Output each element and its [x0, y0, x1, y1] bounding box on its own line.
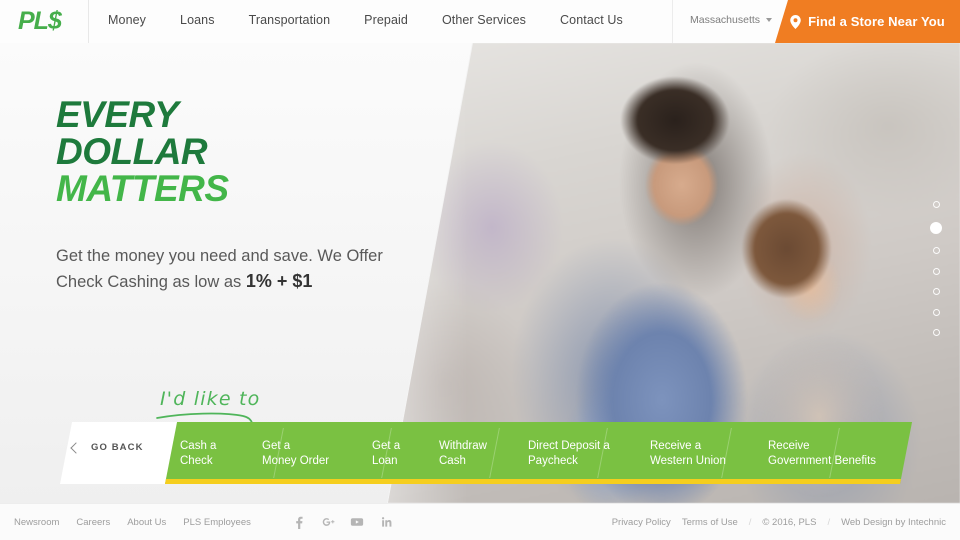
service-item-line2: Cash [439, 455, 466, 467]
nav-item-prepaid[interactable]: Prepaid [364, 13, 426, 27]
social-links [292, 515, 393, 529]
footer-link-terms-of-use[interactable]: Terms of Use [682, 517, 738, 528]
find-a-store-label: Find a Store Near You [808, 14, 945, 29]
pls-homepage: PL$ Money Loans Transportation Prepaid O… [0, 0, 960, 540]
hero-subcopy-rate: 1% + $1 [245, 271, 313, 291]
slide-dot-6[interactable] [932, 308, 940, 316]
service-item-line2: Check [180, 455, 213, 467]
slide-dot-3[interactable] [932, 247, 940, 254]
service-item-line1: Get a [262, 440, 291, 452]
slide-dot-5[interactable] [932, 288, 940, 295]
state-selector-value: Massachusetts [690, 14, 761, 26]
hero-copy: EVERY DOLLAR MATTERS Get the money you n… [56, 96, 386, 295]
service-item-line2: Loan [372, 455, 398, 467]
service-item-line2: Money Order [262, 455, 330, 467]
service-item-line1: Cash a [180, 440, 217, 452]
footer-left-group: Newsroom Careers About Us PLS Employees [14, 515, 393, 529]
nav-item-other-services[interactable]: Other Services [442, 13, 544, 27]
map-pin-icon [790, 14, 801, 29]
service-bar-labels: GO BACK Cash a Check Get a Money Order G… [60, 422, 900, 484]
headline-line-1: EVERY [56, 94, 179, 135]
script-prompt-text: I'd like to [160, 388, 261, 410]
footer-separator-1: / [748, 516, 752, 528]
service-item-western-union[interactable]: Receive a Western Union [650, 439, 726, 469]
service-item-direct-deposit[interactable]: Direct Deposit a Paycheck [528, 439, 610, 469]
slide-dot-1[interactable] [932, 201, 940, 208]
slide-dot-4[interactable] [932, 267, 940, 275]
header-divider [672, 0, 673, 43]
nav-item-transportation[interactable]: Transportation [249, 13, 349, 27]
footer-link-pls-employees[interactable]: PLS Employees [183, 517, 251, 528]
slide-dot-2-active[interactable] [930, 221, 942, 234]
service-item-money-order[interactable]: Get a Money Order [262, 439, 329, 469]
nav-item-loans[interactable]: Loans [180, 13, 233, 27]
footer-copyright: © 2016, PLS [762, 516, 817, 528]
service-selector-bar: GO BACK Cash a Check Get a Money Order G… [60, 422, 913, 484]
headline-line-3: MATTERS [56, 168, 229, 209]
hero-headline: EVERY DOLLAR MATTERS [56, 96, 386, 207]
chevron-down-icon [766, 18, 773, 22]
service-item-line1: Direct Deposit a [528, 440, 610, 452]
hero-subcopy: Get the money you need and save. We Offe… [56, 244, 386, 295]
slide-indicators [930, 201, 942, 336]
site-footer: Newsroom Careers About Us PLS Employees [0, 503, 960, 540]
service-item-line2: Government Benefits [768, 455, 877, 467]
footer-separator-2: / [827, 516, 831, 528]
service-item-line1: Receive a [650, 440, 702, 452]
headline-line-2: DOLLAR [56, 131, 208, 172]
find-a-store-button[interactable]: Find a Store Near You [775, 0, 960, 43]
main-navigation: Money Loans Transportation Prepaid Other… [108, 13, 657, 27]
go-back-label: GO BACK [91, 442, 144, 453]
hero-script-prompt: I'd like to [156, 388, 261, 467]
chevron-left-icon [70, 441, 82, 454]
service-item-line1: Receive [768, 440, 810, 452]
nav-item-money[interactable]: Money [108, 13, 164, 27]
service-item-line1: Withdraw [439, 440, 487, 452]
footer-web-design-credit[interactable]: Web Design by Intechnic [841, 517, 946, 528]
hero-subcopy-text: Get the money you need and save. We Offe… [56, 247, 383, 291]
service-item-cash-a-check[interactable]: Cash a Check [180, 439, 216, 469]
slide-dot-7[interactable] [932, 329, 940, 336]
footer-link-newsroom[interactable]: Newsroom [14, 517, 59, 528]
service-item-line1: Get a [372, 440, 401, 452]
nav-item-contact-us[interactable]: Contact Us [560, 13, 641, 27]
go-back-button[interactable]: GO BACK [70, 441, 176, 454]
footer-link-privacy-policy[interactable]: Privacy Policy [612, 517, 671, 528]
state-selector[interactable]: Massachusetts [690, 14, 773, 26]
site-header: PL$ Money Loans Transportation Prepaid O… [0, 0, 960, 43]
facebook-icon[interactable] [292, 515, 306, 529]
footer-link-about-us[interactable]: About Us [127, 517, 166, 528]
footer-link-careers[interactable]: Careers [76, 517, 110, 528]
logo-divider [88, 0, 89, 43]
service-item-withdraw-cash[interactable]: Withdraw Cash [439, 439, 487, 469]
footer-right-group: Privacy Policy Terms of Use / © 2016, PL… [612, 517, 946, 528]
service-item-line2: Paycheck [528, 455, 578, 467]
google-plus-icon[interactable] [321, 515, 335, 529]
youtube-icon[interactable] [350, 515, 364, 529]
service-item-government-benefits[interactable]: Receive Government Benefits [768, 439, 876, 469]
service-item-line2: Western Union [650, 455, 726, 467]
service-item-get-a-loan[interactable]: Get a Loan [372, 439, 400, 469]
linkedin-icon[interactable] [379, 515, 393, 529]
pls-logo[interactable]: PL$ [18, 8, 62, 34]
